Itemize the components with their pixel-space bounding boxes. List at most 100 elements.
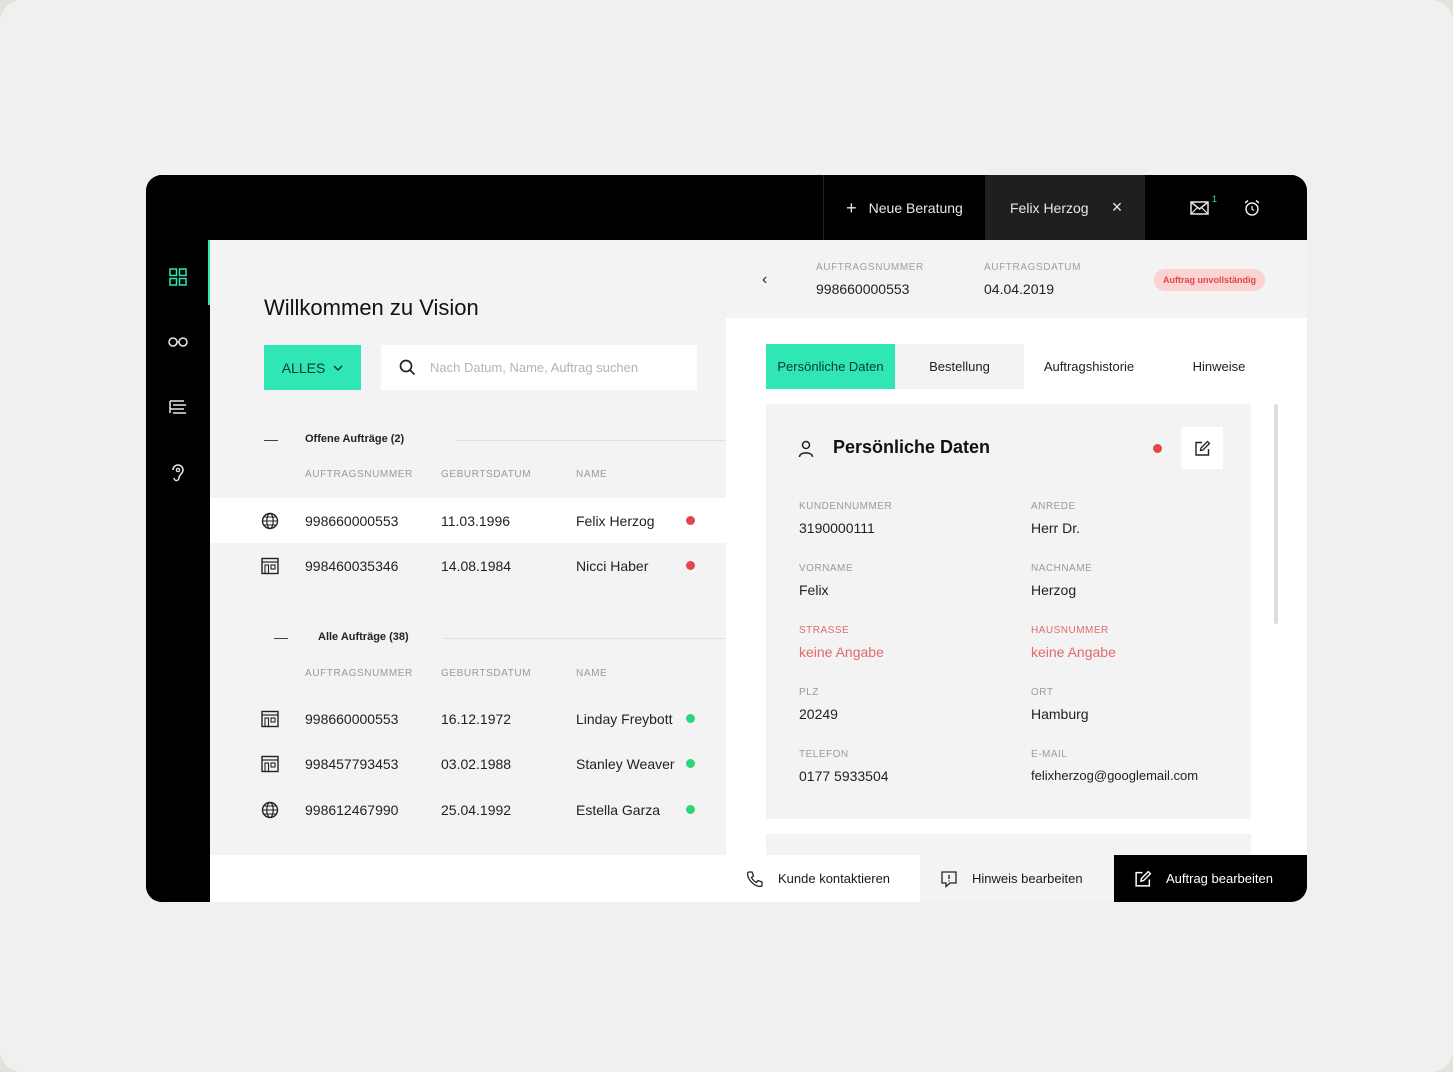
top-bar: + Neue Beratung Felix Herzog × 1	[146, 175, 1307, 240]
field-label-house-number: HAUSNUMMER	[1031, 625, 1109, 636]
order-number-value: 998660000553	[816, 281, 910, 297]
alarm-clock-icon[interactable]	[1241, 197, 1263, 219]
sidebar	[146, 240, 210, 902]
col-head-order-number: AUFTRAGSNUMMER	[305, 469, 413, 480]
field-label-email: E-MAIL	[1031, 749, 1068, 760]
table-row[interactable]: 998612467990 25.04.1992 Estella Garza	[210, 787, 726, 832]
edit-note-label: Hinweis bearbeiten	[972, 871, 1083, 886]
customer-name: Estella Garza	[576, 801, 661, 818]
birth-date: 14.08.1984	[441, 557, 512, 574]
chevron-left-icon[interactable]: ‹	[762, 271, 767, 289]
divider	[455, 440, 726, 441]
store-icon	[261, 710, 279, 728]
order-number-label: AUFTRAGSNUMMER	[816, 262, 924, 273]
globe-icon	[261, 801, 279, 819]
order-number: 998660000553	[305, 710, 399, 727]
customer-name: Nicci Haber	[576, 557, 649, 574]
status-dot-success	[686, 759, 695, 768]
new-consultation-label: Neue Beratung	[868, 199, 963, 216]
field-value-postal-code: 20249	[799, 706, 838, 722]
action-bar: Kunde kontaktieren Hinweis bearbeiten Au…	[726, 855, 1307, 902]
sidebar-item-hearing[interactable]	[166, 460, 190, 484]
edit-order-button[interactable]: Auftrag bearbeiten	[1114, 855, 1307, 902]
edit-icon	[1194, 440, 1210, 456]
divider	[443, 638, 726, 639]
personal-data-card: Persönliche Daten KUNDENNUMMER 319000011…	[766, 404, 1251, 819]
field-label-phone: TELEFON	[799, 749, 849, 760]
col-head-order-number: AUFTRAGSNUMMER	[305, 668, 413, 679]
table-row[interactable]: 998457793453 03.02.1988 Stanley Weaver	[210, 741, 726, 786]
col-head-name: NAME	[576, 668, 608, 679]
page-background: + Neue Beratung Felix Herzog × 1 Willkom…	[0, 0, 1453, 1072]
col-head-name: NAME	[576, 469, 608, 480]
search-box	[381, 345, 697, 390]
field-label-last-name: NACHNAME	[1031, 563, 1093, 574]
hearing-icon	[172, 464, 184, 482]
close-icon[interactable]: ×	[1107, 197, 1127, 217]
customer-name: Linday Freybott	[576, 710, 673, 727]
search-input[interactable]	[430, 360, 680, 375]
table-row[interactable]: 998660000553 16.12.1972 Linday Freybott	[210, 696, 726, 741]
order-header: ‹ AUFTRAGSNUMMER 998660000553 AUFTRAGSDA…	[726, 240, 1307, 318]
table-row[interactable]: 998660000553 11.03.1996 Felix Herzog	[210, 498, 726, 543]
edit-note-button[interactable]: Hinweis bearbeiten	[920, 855, 1114, 902]
section-all-orders[interactable]: — Alle Aufträge (38)	[210, 623, 726, 653]
field-label-postal-code: PLZ	[799, 687, 819, 698]
sidebar-item-glasses[interactable]	[166, 330, 190, 354]
status-badge: Auftrag unvollständig	[1154, 269, 1265, 291]
field-value-phone: 0177 5933504	[799, 768, 889, 784]
field-label-street: STRASSE	[799, 625, 850, 636]
section-open-orders[interactable]: — Offene Aufträge (2)	[210, 425, 726, 455]
dashboard-icon	[169, 268, 187, 286]
status-dot-success	[686, 714, 695, 723]
mail-badge: 1	[1212, 194, 1218, 204]
section-open-label: Offene Aufträge (2)	[305, 433, 405, 445]
field-value-last-name: Herzog	[1031, 582, 1077, 598]
orders-panel: Willkommen zu Vision ALLES — Offene Auft…	[210, 240, 726, 902]
tab-notes[interactable]: Hinweise	[1154, 344, 1284, 389]
tab-order[interactable]: Bestellung	[895, 344, 1024, 389]
birth-date: 11.03.1996	[441, 512, 511, 529]
new-consultation-button[interactable]: + Neue Beratung	[823, 175, 985, 240]
filter-dropdown[interactable]: ALLES	[264, 345, 361, 390]
collapse-icon[interactable]: —	[264, 431, 278, 447]
detail-tabs: Persönliche Daten Bestellung Auftragshis…	[766, 344, 1286, 389]
app-window: + Neue Beratung Felix Herzog × 1 Willkom…	[146, 175, 1307, 902]
section-all-label: Alle Aufträge (38)	[318, 631, 409, 643]
tab-personal-data[interactable]: Persönliche Daten	[766, 344, 895, 389]
birth-date: 16.12.1972	[441, 710, 512, 727]
phone-icon	[746, 870, 763, 887]
customer-name: Felix Herzog	[576, 512, 655, 529]
chevron-down-icon	[333, 365, 343, 371]
order-date-value: 04.04.2019	[984, 281, 1055, 297]
field-value-customer-number: 3190000111	[799, 520, 875, 536]
customer-name: Stanley Weaver	[576, 755, 675, 772]
order-number: 998612467990	[305, 801, 399, 818]
contact-customer-button[interactable]: Kunde kontaktieren	[726, 855, 920, 902]
birth-date: 03.02.1988	[441, 755, 512, 772]
field-value-house-number: keine Angabe	[1031, 644, 1116, 660]
edit-icon	[1135, 870, 1152, 887]
scrollbar[interactable]	[1274, 404, 1278, 624]
order-number: 998457793453	[305, 755, 399, 772]
field-label-customer-number: KUNDENNUMMER	[799, 501, 893, 512]
sidebar-item-dashboard[interactable]	[166, 265, 190, 289]
field-label-salutation: ANREDE	[1031, 501, 1076, 512]
user-icon	[798, 440, 814, 458]
sidebar-item-list[interactable]	[166, 395, 190, 419]
tab-open-customer[interactable]: Felix Herzog ×	[985, 175, 1145, 240]
field-value-street: keine Angabe	[799, 644, 884, 660]
card-title: Persönliche Daten	[833, 437, 991, 457]
field-value-first-name: Felix	[799, 582, 829, 598]
list-footer	[210, 855, 726, 902]
status-dot-error	[686, 516, 695, 525]
tab-order-history[interactable]: Auftragshistorie	[1024, 344, 1154, 389]
field-value-salutation: Herr Dr.	[1031, 520, 1080, 536]
order-date-label: AUFTRAGSDATUM	[984, 262, 1082, 273]
edit-button[interactable]	[1181, 427, 1223, 469]
field-value-email: felixherzog@googlemail.com	[1031, 768, 1199, 783]
status-dot-error	[686, 561, 695, 570]
page-title: Willkommen zu Vision	[264, 295, 479, 320]
collapse-icon[interactable]: —	[274, 629, 288, 645]
table-row[interactable]: 998460035346 14.08.1984 Nicci Haber	[210, 543, 726, 588]
